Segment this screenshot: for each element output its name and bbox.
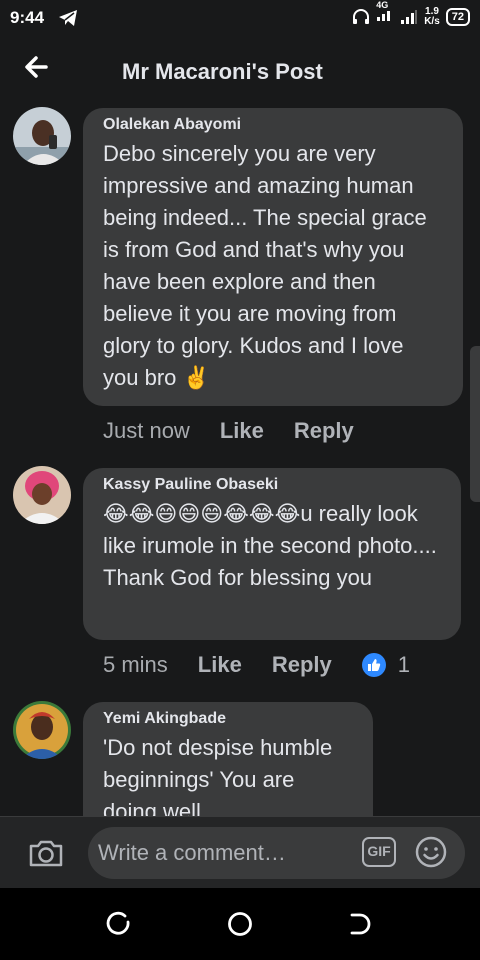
avatar[interactable]	[13, 466, 71, 524]
comment-text: 😂😂😄😄😄😂😂😂u really look like irumole in th…	[103, 501, 437, 590]
like-reaction-icon[interactable]	[361, 653, 386, 677]
telegram-icon	[59, 10, 77, 26]
reply-button[interactable]: Reply	[272, 652, 332, 678]
comment-list[interactable]: Olalekan Abayomi Debo sincerely you are …	[0, 104, 480, 816]
comment-actions: Just now Like Reply	[103, 418, 384, 444]
status-bar: 9:44 4G 1.9 K/s 72	[0, 0, 480, 36]
comment-author[interactable]: Olalekan Abayomi	[103, 116, 443, 134]
comment-author[interactable]: Yemi Akingbade	[103, 710, 353, 728]
reaction-count[interactable]: 1	[398, 652, 410, 678]
scrollbar-handle[interactable]	[470, 346, 480, 502]
system-nav-bar	[0, 888, 480, 960]
network-speed: 1.9 K/s	[424, 5, 440, 27]
comment-text: 'Do not despise humble beginnings' You a…	[103, 735, 333, 816]
avatar[interactable]	[13, 107, 71, 165]
signal-icon-2	[401, 9, 418, 24]
emoji-icon[interactable]	[414, 835, 448, 869]
like-button[interactable]: Like	[198, 652, 242, 678]
home-icon[interactable]	[224, 908, 256, 940]
comment-input[interactable]: Write a comment… GIF	[88, 827, 465, 879]
back-arrow-icon[interactable]	[20, 50, 54, 84]
comment-input-placeholder[interactable]: Write a comment…	[98, 840, 286, 866]
camera-icon[interactable]	[26, 833, 66, 873]
post-header: Mr Macaroni's Post	[0, 36, 480, 104]
reply-button[interactable]: Reply	[294, 418, 354, 444]
gif-button[interactable]: GIF	[362, 837, 396, 867]
avatar[interactable]	[13, 701, 71, 759]
back-nav-icon[interactable]	[344, 908, 376, 940]
like-button[interactable]: Like	[220, 418, 264, 444]
comment-time: 5 mins	[103, 652, 168, 677]
status-time: 9:44	[10, 8, 45, 27]
recent-apps-icon[interactable]	[104, 908, 136, 940]
comment-actions: 5 mins Like Reply 1	[103, 652, 410, 678]
comment-bubble[interactable]: Yemi Akingbade 'Do not despise humble be…	[83, 702, 373, 816]
network-type: 4G	[376, 0, 389, 10]
page-title: Mr Macaroni's Post	[122, 59, 323, 84]
comment-time: Just now	[103, 418, 190, 443]
comment-text: Debo sincerely you are very impressive a…	[103, 141, 427, 390]
status-icons: 4G 1.9 K/s 72	[352, 0, 470, 27]
comment-author[interactable]: Kassy Pauline Obaseki	[103, 476, 441, 494]
headphones-icon	[353, 8, 370, 24]
battery-indicator: 72	[445, 7, 470, 26]
comment-composer: Write a comment… GIF	[0, 816, 480, 889]
comment-bubble[interactable]: Olalekan Abayomi Debo sincerely you are …	[83, 108, 463, 406]
comment-bubble[interactable]: Kassy Pauline Obaseki 😂😂😄😄😄😂😂😂u really l…	[83, 468, 461, 640]
